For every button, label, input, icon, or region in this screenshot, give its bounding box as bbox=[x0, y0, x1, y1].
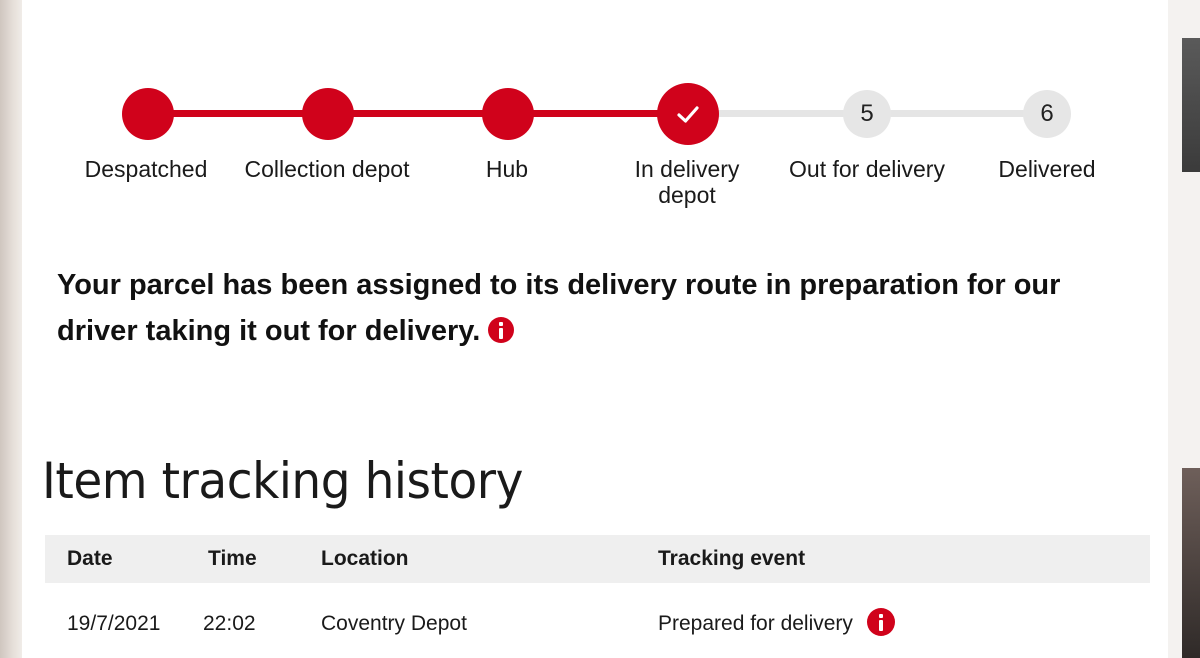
side-thumbnail-top bbox=[1182, 38, 1200, 172]
history-row-time: 22:02 bbox=[203, 612, 256, 635]
side-thumbnail-bottom bbox=[1182, 468, 1200, 658]
step-in-delivery-depot-marker bbox=[657, 83, 719, 145]
history-row-event-text: Prepared for delivery bbox=[658, 612, 853, 635]
tracking-history-title: Item tracking history bbox=[42, 452, 523, 510]
status-message-text: Your parcel has been assigned to its del… bbox=[57, 269, 1061, 347]
column-header-tracking-event: Tracking event bbox=[658, 547, 806, 570]
step-label-in-delivery-depot: In delivery depot bbox=[634, 156, 740, 208]
step-number: 5 bbox=[860, 100, 874, 127]
history-row-location: Coventry Depot bbox=[321, 612, 467, 635]
step-label-hub: Hub bbox=[485, 156, 529, 182]
info-icon[interactable] bbox=[866, 608, 895, 636]
check-icon bbox=[677, 106, 699, 123]
step-label-despatched: Despatched bbox=[84, 156, 208, 182]
history-row-event: Prepared for delivery bbox=[658, 608, 895, 636]
step-hub-marker bbox=[482, 88, 534, 140]
column-header-location: Location bbox=[321, 547, 409, 570]
status-message: Your parcel has been assigned to its del… bbox=[57, 262, 1137, 354]
step-collection-depot-marker bbox=[302, 88, 354, 140]
history-table-header: Date Time Location Tracking event bbox=[45, 535, 1150, 583]
step-number: 6 bbox=[1040, 100, 1054, 127]
step-delivered-marker: 6 bbox=[1023, 90, 1071, 138]
column-header-date: Date bbox=[67, 547, 113, 570]
step-label-collection-depot: Collection depot bbox=[244, 156, 410, 182]
tracking-panel: 5 6 Despatched Collection depot Hub In d… bbox=[22, 0, 1168, 658]
background-left-edge bbox=[0, 0, 22, 658]
step-label-delivered: Delivered bbox=[998, 156, 1096, 182]
info-icon[interactable] bbox=[488, 317, 515, 343]
progress-track-complete bbox=[148, 110, 708, 117]
history-row-date: 19/7/2021 bbox=[67, 612, 161, 635]
step-out-for-delivery-marker: 5 bbox=[843, 90, 891, 138]
step-label-out-for-delivery: Out for delivery bbox=[789, 156, 945, 182]
column-header-time: Time bbox=[208, 547, 257, 570]
step-despatched-marker bbox=[122, 88, 174, 140]
